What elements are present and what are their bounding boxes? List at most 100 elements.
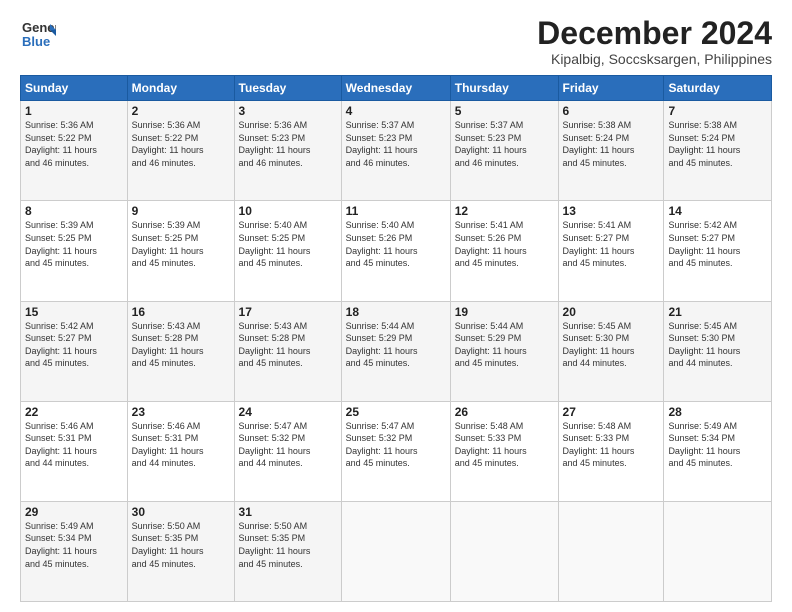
calendar-cell: 22Sunrise: 5:46 AM Sunset: 5:31 PM Dayli…	[21, 401, 128, 501]
day-info: Sunrise: 5:37 AM Sunset: 5:23 PM Dayligh…	[455, 119, 554, 169]
calendar-cell: 12Sunrise: 5:41 AM Sunset: 5:26 PM Dayli…	[450, 201, 558, 301]
day-number: 7	[668, 104, 767, 118]
calendar-cell: 1Sunrise: 5:36 AM Sunset: 5:22 PM Daylig…	[21, 101, 128, 201]
title-block: December 2024 Kipalbig, Soccsksargen, Ph…	[537, 16, 772, 67]
week-row-5: 29Sunrise: 5:49 AM Sunset: 5:34 PM Dayli…	[21, 501, 772, 601]
header-row: Sunday Monday Tuesday Wednesday Thursday…	[21, 76, 772, 101]
calendar-cell: 24Sunrise: 5:47 AM Sunset: 5:32 PM Dayli…	[234, 401, 341, 501]
subtitle: Kipalbig, Soccsksargen, Philippines	[537, 51, 772, 67]
col-saturday: Saturday	[664, 76, 772, 101]
calendar-cell: 26Sunrise: 5:48 AM Sunset: 5:33 PM Dayli…	[450, 401, 558, 501]
day-info: Sunrise: 5:47 AM Sunset: 5:32 PM Dayligh…	[346, 420, 446, 470]
day-number: 8	[25, 204, 123, 218]
calendar-cell: 31Sunrise: 5:50 AM Sunset: 5:35 PM Dayli…	[234, 501, 341, 601]
day-number: 16	[132, 305, 230, 319]
day-info: Sunrise: 5:47 AM Sunset: 5:32 PM Dayligh…	[239, 420, 337, 470]
calendar-cell: 18Sunrise: 5:44 AM Sunset: 5:29 PM Dayli…	[341, 301, 450, 401]
day-number: 1	[25, 104, 123, 118]
day-info: Sunrise: 5:40 AM Sunset: 5:25 PM Dayligh…	[239, 219, 337, 269]
main-title: December 2024	[537, 16, 772, 51]
day-number: 11	[346, 204, 446, 218]
day-info: Sunrise: 5:49 AM Sunset: 5:34 PM Dayligh…	[25, 520, 123, 570]
col-thursday: Thursday	[450, 76, 558, 101]
calendar-cell: 8Sunrise: 5:39 AM Sunset: 5:25 PM Daylig…	[21, 201, 128, 301]
calendar-cell: 14Sunrise: 5:42 AM Sunset: 5:27 PM Dayli…	[664, 201, 772, 301]
day-info: Sunrise: 5:40 AM Sunset: 5:26 PM Dayligh…	[346, 219, 446, 269]
week-row-4: 22Sunrise: 5:46 AM Sunset: 5:31 PM Dayli…	[21, 401, 772, 501]
calendar-cell	[664, 501, 772, 601]
calendar-cell: 19Sunrise: 5:44 AM Sunset: 5:29 PM Dayli…	[450, 301, 558, 401]
day-info: Sunrise: 5:41 AM Sunset: 5:26 PM Dayligh…	[455, 219, 554, 269]
calendar-cell: 15Sunrise: 5:42 AM Sunset: 5:27 PM Dayli…	[21, 301, 128, 401]
day-info: Sunrise: 5:43 AM Sunset: 5:28 PM Dayligh…	[239, 320, 337, 370]
day-number: 29	[25, 505, 123, 519]
calendar-cell: 17Sunrise: 5:43 AM Sunset: 5:28 PM Dayli…	[234, 301, 341, 401]
calendar-cell: 16Sunrise: 5:43 AM Sunset: 5:28 PM Dayli…	[127, 301, 234, 401]
day-info: Sunrise: 5:36 AM Sunset: 5:22 PM Dayligh…	[25, 119, 123, 169]
day-number: 19	[455, 305, 554, 319]
day-info: Sunrise: 5:45 AM Sunset: 5:30 PM Dayligh…	[668, 320, 767, 370]
day-info: Sunrise: 5:42 AM Sunset: 5:27 PM Dayligh…	[25, 320, 123, 370]
day-number: 12	[455, 204, 554, 218]
day-number: 4	[346, 104, 446, 118]
calendar-cell: 13Sunrise: 5:41 AM Sunset: 5:27 PM Dayli…	[558, 201, 664, 301]
day-number: 31	[239, 505, 337, 519]
day-number: 5	[455, 104, 554, 118]
day-info: Sunrise: 5:38 AM Sunset: 5:24 PM Dayligh…	[668, 119, 767, 169]
day-info: Sunrise: 5:44 AM Sunset: 5:29 PM Dayligh…	[346, 320, 446, 370]
day-number: 22	[25, 405, 123, 419]
day-number: 3	[239, 104, 337, 118]
day-info: Sunrise: 5:38 AM Sunset: 5:24 PM Dayligh…	[563, 119, 660, 169]
week-row-3: 15Sunrise: 5:42 AM Sunset: 5:27 PM Dayli…	[21, 301, 772, 401]
day-number: 15	[25, 305, 123, 319]
day-number: 9	[132, 204, 230, 218]
calendar-cell: 29Sunrise: 5:49 AM Sunset: 5:34 PM Dayli…	[21, 501, 128, 601]
calendar-cell	[450, 501, 558, 601]
day-info: Sunrise: 5:50 AM Sunset: 5:35 PM Dayligh…	[132, 520, 230, 570]
col-friday: Friday	[558, 76, 664, 101]
day-number: 30	[132, 505, 230, 519]
calendar-cell: 9Sunrise: 5:39 AM Sunset: 5:25 PM Daylig…	[127, 201, 234, 301]
calendar-cell: 21Sunrise: 5:45 AM Sunset: 5:30 PM Dayli…	[664, 301, 772, 401]
col-wednesday: Wednesday	[341, 76, 450, 101]
day-number: 18	[346, 305, 446, 319]
week-row-1: 1Sunrise: 5:36 AM Sunset: 5:22 PM Daylig…	[21, 101, 772, 201]
day-number: 28	[668, 405, 767, 419]
day-number: 25	[346, 405, 446, 419]
day-info: Sunrise: 5:49 AM Sunset: 5:34 PM Dayligh…	[668, 420, 767, 470]
day-number: 14	[668, 204, 767, 218]
calendar-cell: 30Sunrise: 5:50 AM Sunset: 5:35 PM Dayli…	[127, 501, 234, 601]
day-info: Sunrise: 5:46 AM Sunset: 5:31 PM Dayligh…	[25, 420, 123, 470]
calendar-cell: 23Sunrise: 5:46 AM Sunset: 5:31 PM Dayli…	[127, 401, 234, 501]
week-row-2: 8Sunrise: 5:39 AM Sunset: 5:25 PM Daylig…	[21, 201, 772, 301]
col-monday: Monday	[127, 76, 234, 101]
day-info: Sunrise: 5:36 AM Sunset: 5:22 PM Dayligh…	[132, 119, 230, 169]
day-number: 26	[455, 405, 554, 419]
day-number: 6	[563, 104, 660, 118]
calendar-cell: 2Sunrise: 5:36 AM Sunset: 5:22 PM Daylig…	[127, 101, 234, 201]
day-info: Sunrise: 5:42 AM Sunset: 5:27 PM Dayligh…	[668, 219, 767, 269]
day-info: Sunrise: 5:36 AM Sunset: 5:23 PM Dayligh…	[239, 119, 337, 169]
calendar-cell: 10Sunrise: 5:40 AM Sunset: 5:25 PM Dayli…	[234, 201, 341, 301]
calendar-cell	[341, 501, 450, 601]
day-info: Sunrise: 5:41 AM Sunset: 5:27 PM Dayligh…	[563, 219, 660, 269]
calendar-table: Sunday Monday Tuesday Wednesday Thursday…	[20, 75, 772, 602]
day-number: 2	[132, 104, 230, 118]
col-tuesday: Tuesday	[234, 76, 341, 101]
calendar-cell: 11Sunrise: 5:40 AM Sunset: 5:26 PM Dayli…	[341, 201, 450, 301]
calendar-cell: 6Sunrise: 5:38 AM Sunset: 5:24 PM Daylig…	[558, 101, 664, 201]
calendar-cell: 4Sunrise: 5:37 AM Sunset: 5:23 PM Daylig…	[341, 101, 450, 201]
calendar-cell: 7Sunrise: 5:38 AM Sunset: 5:24 PM Daylig…	[664, 101, 772, 201]
day-number: 13	[563, 204, 660, 218]
day-info: Sunrise: 5:50 AM Sunset: 5:35 PM Dayligh…	[239, 520, 337, 570]
day-info: Sunrise: 5:43 AM Sunset: 5:28 PM Dayligh…	[132, 320, 230, 370]
col-sunday: Sunday	[21, 76, 128, 101]
day-number: 24	[239, 405, 337, 419]
calendar-cell: 28Sunrise: 5:49 AM Sunset: 5:34 PM Dayli…	[664, 401, 772, 501]
calendar-cell: 27Sunrise: 5:48 AM Sunset: 5:33 PM Dayli…	[558, 401, 664, 501]
logo: General Blue	[20, 16, 60, 52]
day-number: 10	[239, 204, 337, 218]
day-info: Sunrise: 5:39 AM Sunset: 5:25 PM Dayligh…	[25, 219, 123, 269]
day-info: Sunrise: 5:37 AM Sunset: 5:23 PM Dayligh…	[346, 119, 446, 169]
calendar-cell: 25Sunrise: 5:47 AM Sunset: 5:32 PM Dayli…	[341, 401, 450, 501]
